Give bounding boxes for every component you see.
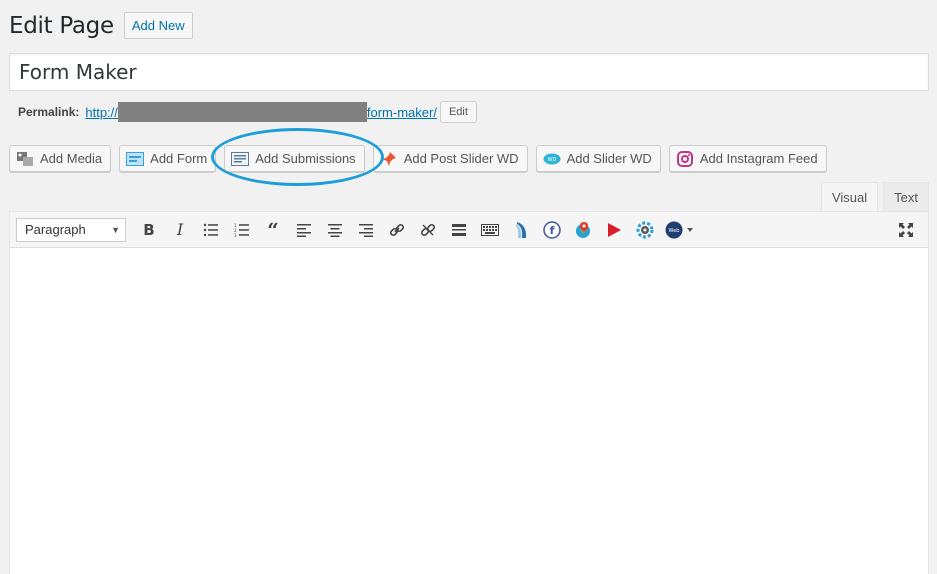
keyboard-icon[interactable] (476, 216, 504, 244)
bullet-list-icon[interactable] (197, 216, 225, 244)
svg-text:WD: WD (547, 157, 556, 163)
format-select-value: Paragraph (25, 222, 86, 237)
blockquote-icon[interactable]: “ (259, 216, 287, 244)
submissions-icon (231, 151, 250, 167)
tab-text[interactable]: Text (883, 182, 929, 211)
permalink-edit-button[interactable]: Edit (439, 101, 477, 123)
media-buttons: Add Media Add Form Add Submissions Add P… (9, 145, 835, 172)
permalink-label: Permalink: (18, 105, 80, 119)
svg-text:Web: Web (669, 228, 680, 234)
instagram-icon (676, 150, 694, 167)
redacted-url (117, 102, 367, 122)
slider-icon: WD (543, 151, 561, 167)
add-media-button[interactable]: Add Media (9, 145, 112, 172)
numbered-list-icon[interactable]: 123 (228, 216, 256, 244)
editor: Paragraph ▼ B I 123 “ f Web (9, 211, 929, 574)
add-submissions-button[interactable]: Add Submissions (224, 145, 365, 172)
permalink-link-suffix[interactable]: form-maker/ (367, 105, 437, 120)
add-instagram-feed-button[interactable]: Add Instagram Feed (668, 145, 827, 172)
page-header: Edit Page Add New (9, 12, 193, 39)
align-right-icon[interactable] (352, 216, 380, 244)
read-more-icon[interactable] (445, 216, 473, 244)
post-title-input[interactable]: Form Maker (9, 53, 929, 91)
add-instagram-feed-label: Add Instagram Feed (699, 151, 818, 166)
add-post-slider-button[interactable]: Add Post Slider WD (372, 145, 528, 172)
form-maker-icon[interactable] (507, 216, 535, 244)
format-select[interactable]: Paragraph ▼ (16, 217, 126, 242)
add-slider-button[interactable]: WD Add Slider WD (535, 145, 661, 172)
align-left-icon[interactable] (290, 216, 318, 244)
unlink-icon[interactable] (414, 216, 442, 244)
svg-text:3: 3 (234, 233, 237, 237)
permalink-link-prefix[interactable]: http:// (85, 105, 118, 120)
media-icon (16, 151, 34, 167)
svg-text:f: f (550, 224, 555, 237)
form-icon (126, 151, 145, 167)
chevron-down-icon: ▼ (111, 224, 120, 235)
add-new-button[interactable]: Add New (123, 12, 193, 39)
web-dorado-icon[interactable]: Web (662, 216, 698, 244)
bold-icon[interactable]: B (135, 216, 163, 244)
gallery-gear-icon[interactable] (631, 216, 659, 244)
permalink-row: Permalink: http:// form-maker/ Edit (18, 101, 477, 123)
page-title: Edit Page (9, 12, 114, 39)
italic-icon[interactable]: I (166, 216, 194, 244)
add-form-button[interactable]: Add Form (119, 145, 217, 172)
add-submissions-label: Add Submissions (255, 151, 356, 166)
fullscreen-icon[interactable] (892, 216, 920, 244)
pin-icon (380, 151, 398, 167)
map-icon[interactable] (569, 216, 597, 244)
editor-tabs: Visual Text (816, 182, 929, 211)
add-form-label: Add Form (150, 151, 208, 166)
add-slider-label: Add Slider WD (566, 151, 652, 166)
add-media-label: Add Media (40, 151, 103, 166)
tab-visual[interactable]: Visual (820, 182, 879, 211)
link-icon[interactable] (383, 216, 411, 244)
add-post-slider-label: Add Post Slider WD (403, 151, 519, 166)
facebook-feed-icon[interactable]: f (538, 216, 566, 244)
video-player-icon[interactable] (600, 216, 628, 244)
align-center-icon[interactable] (321, 216, 349, 244)
editor-toolbar: Paragraph ▼ B I 123 “ f Web (10, 212, 928, 248)
editor-content-area[interactable] (10, 248, 928, 574)
